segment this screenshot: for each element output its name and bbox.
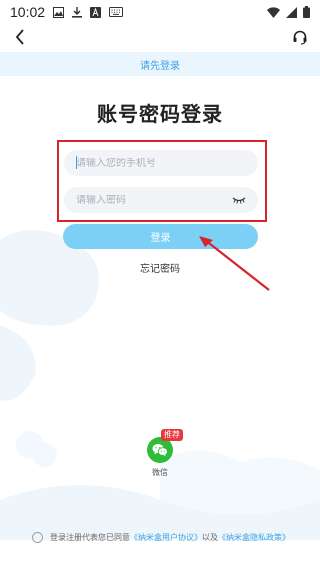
status-icons-right bbox=[267, 6, 310, 18]
agreement-row: 登录注册代表您已同意 《纳米盒用户协议》 以及 《纳米盒隐私政策》 bbox=[32, 530, 312, 544]
customer-service-button[interactable] bbox=[290, 27, 310, 47]
agreement-prefix: 登录注册代表您已同意 bbox=[50, 532, 130, 542]
password-input[interactable] bbox=[76, 194, 226, 206]
wechat-logo-icon bbox=[152, 443, 168, 457]
login-notice-bar: 请先登录 bbox=[0, 52, 320, 76]
battery-icon bbox=[303, 6, 310, 18]
text-icon bbox=[90, 6, 102, 18]
chevron-left-icon bbox=[15, 29, 24, 45]
login-notice-text: 请先登录 bbox=[140, 60, 180, 72]
app-bar bbox=[0, 24, 320, 50]
agreement-checkbox[interactable] bbox=[32, 531, 43, 543]
keyboard-icon bbox=[109, 7, 124, 17]
wifi-icon bbox=[267, 6, 280, 18]
page-title: 账号密码登录 bbox=[97, 102, 223, 126]
status-bar: 10:02 bbox=[0, 0, 320, 24]
download-icon bbox=[72, 6, 83, 18]
recommend-badge: 推荐 bbox=[161, 429, 183, 441]
forgot-password-link[interactable]: 忘记密码 bbox=[0, 260, 320, 275]
password-field[interactable] bbox=[64, 187, 258, 213]
status-time: 10:02 bbox=[10, 4, 46, 20]
headset-icon bbox=[293, 30, 307, 45]
status-icons-left bbox=[53, 6, 124, 18]
image-icon bbox=[53, 6, 65, 18]
forgot-password-label[interactable]: 忘记密码 bbox=[140, 264, 180, 275]
phone-input[interactable] bbox=[76, 157, 246, 169]
wechat-label: 微信 bbox=[152, 468, 168, 477]
back-button[interactable] bbox=[10, 27, 30, 47]
agreement-conjunction: 以及 bbox=[202, 532, 218, 542]
eye-closed-icon[interactable] bbox=[232, 196, 246, 204]
signal-icon bbox=[286, 6, 297, 18]
privacy-policy-link[interactable]: 《纳米盒隐私政策》 bbox=[218, 532, 290, 543]
text-cursor bbox=[76, 156, 77, 169]
wechat-login-button[interactable]: 推荐 微信 bbox=[145, 429, 185, 487]
phone-field[interactable] bbox=[64, 150, 258, 176]
user-agreement-link[interactable]: 《纳米盒用户协议》 bbox=[130, 532, 202, 543]
